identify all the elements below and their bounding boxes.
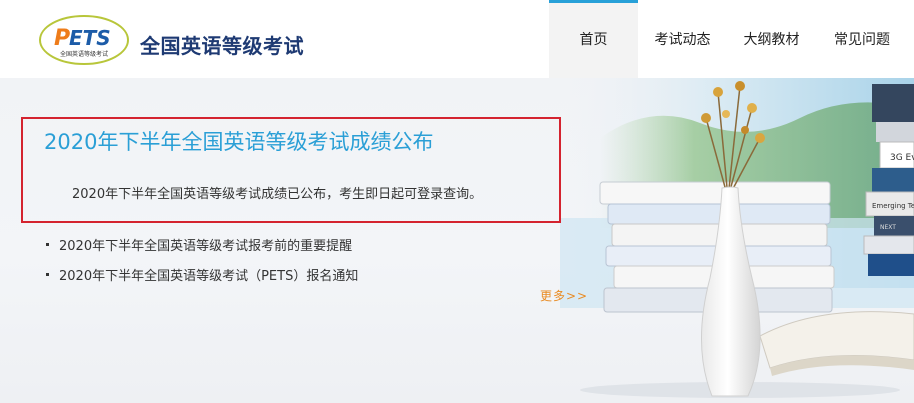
more-link[interactable]: 更多>> [540,287,588,304]
nav-faq[interactable]: 常见问题 [816,0,908,78]
svg-text:Emerging Te: Emerging Te [872,202,914,210]
site-header: P ETS 全国英语等级考试 全国英语等级考试 首页 考试动态 大纲教材 常见问… [0,0,914,78]
nav-home[interactable]: 首页 [549,0,638,78]
news-item[interactable]: 2020年下半年全国英语等级考试（PETS）报名通知 [46,259,358,289]
bullet-icon [46,242,49,246]
bullet-icon [46,272,49,276]
news-list: 2020年下半年全国英语等级考试报考前的重要提醒 2020年下半年全国英语等级考… [46,229,358,289]
svg-text:3G Ev: 3G Ev [890,153,914,163]
news-item[interactable]: 2020年下半年全国英语等级考试报考前的重要提醒 [46,229,358,259]
svg-text:NEXT: NEXT [880,224,896,231]
nav-exam-news[interactable]: 考试动态 [638,0,727,78]
main-nav: 首页 考试动态 大纲教材 常见问题 [549,0,908,78]
headline-summary: 2020年下半年全国英语等级考试成绩已公布，考生即日起可登录查询。 [72,187,483,202]
svg-text:P: P [54,26,70,51]
svg-text:ETS: ETS [69,26,111,50]
pets-logo[interactable]: P ETS 全国英语等级考试 [38,14,130,66]
headline[interactable]: 2020年下半年全国英语等级考试成绩公布 [44,126,433,156]
news-item-label: 2020年下半年全国英语等级考试报考前的重要提醒 [59,238,353,254]
nav-syllabus[interactable]: 大纲教材 [727,0,816,78]
site-title: 全国英语等级考试 [140,34,304,58]
svg-text:全国英语等级考试: 全国英语等级考试 [60,50,108,58]
news-item-label: 2020年下半年全国英语等级考试（PETS）报名通知 [59,268,359,284]
